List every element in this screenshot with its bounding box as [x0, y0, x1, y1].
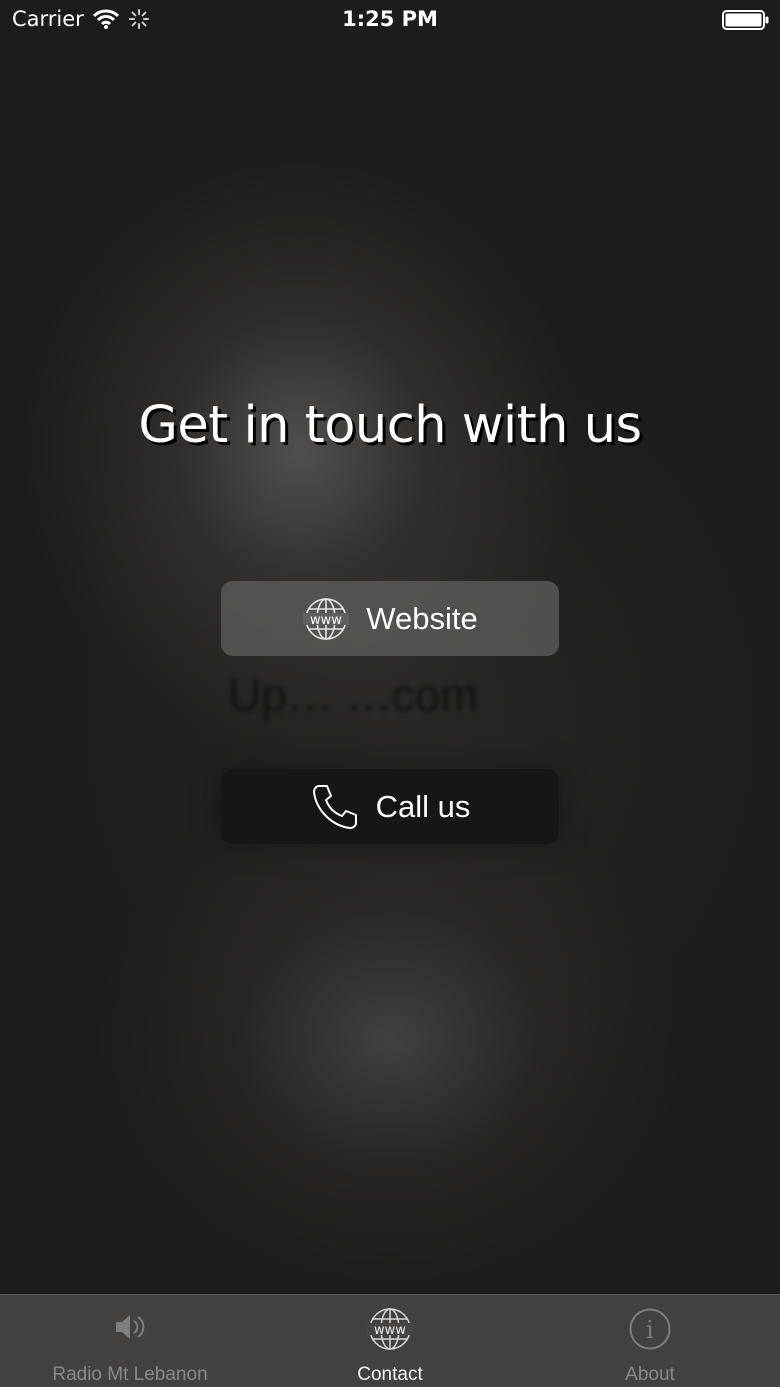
page-title: Get in touch with us: [138, 396, 642, 455]
call-us-button[interactable]: Call us: [221, 769, 559, 844]
call-us-button-label: Call us: [375, 788, 471, 824]
svg-text:i: i: [646, 1316, 654, 1344]
tab-about[interactable]: i About: [520, 1295, 780, 1387]
speaker-icon: [0, 1307, 260, 1347]
tab-label: About: [625, 1364, 675, 1385]
tab-contact[interactable]: www Contact: [260, 1295, 520, 1387]
website-button[interactable]: www Website: [221, 581, 559, 656]
status-time: 1:25 PM: [342, 7, 438, 31]
status-bar: Carrier 1:25 PM: [0, 0, 780, 40]
tab-radio-mt-lebanon[interactable]: Radio Mt Lebanon: [0, 1295, 260, 1387]
tab-bar: Radio Mt Lebanon www Contact i About: [0, 1294, 780, 1387]
info-icon: i: [520, 1307, 780, 1351]
tab-label: Radio Mt Lebanon: [52, 1364, 208, 1385]
tab-label: Contact: [357, 1364, 423, 1385]
svg-text:www: www: [374, 1323, 406, 1338]
globe-www-icon: www: [260, 1307, 520, 1351]
battery-icon: [722, 10, 770, 34]
background-blurred-text: Up… …com: [228, 669, 479, 721]
website-button-label: Website: [366, 600, 478, 636]
svg-text:www: www: [310, 613, 342, 628]
globe-www-icon: www: [302, 597, 350, 641]
contact-screen: Carrier 1:25 PM Get in touch with us www…: [0, 0, 780, 1387]
phone-icon: [310, 782, 360, 832]
